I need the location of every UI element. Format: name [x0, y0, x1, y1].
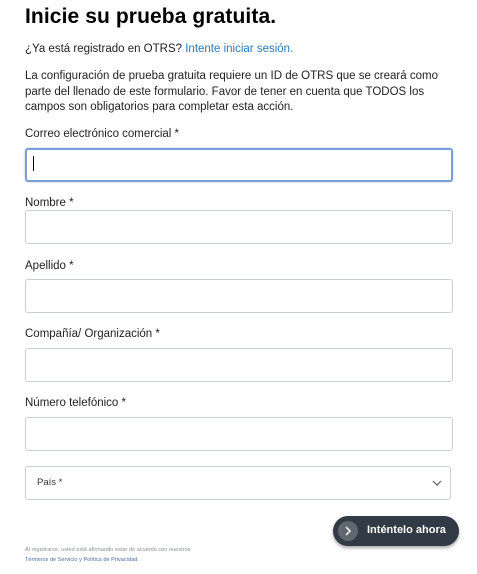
text-cursor — [33, 156, 34, 171]
first-name-field[interactable] — [25, 210, 453, 244]
last-name-label: Apellido * — [25, 260, 74, 272]
login-prompt-text: ¿Ya está registrado en OTRS? — [25, 43, 186, 55]
phone-field[interactable] — [25, 417, 453, 451]
email-field[interactable] — [25, 148, 453, 182]
chevron-down-icon — [432, 480, 442, 486]
page-title: Inicie su prueba gratuita. — [25, 5, 277, 28]
login-prompt: ¿Ya está registrado en OTRS? Intente ini… — [25, 43, 293, 55]
legal-notice: Al registrarse, usted está afirmando est… — [25, 546, 190, 565]
legal-line: Al registrarse, usted está afirmando est… — [25, 547, 191, 553]
company-label: Compañía/ Organización * — [25, 328, 160, 340]
chevron-right-icon — [345, 526, 352, 536]
terms-link[interactable]: Términos de Servicio y Política de Priva… — [25, 557, 137, 563]
terms-suffix: . — [137, 556, 139, 563]
intro-text: La configuración de prueba gratuita requ… — [25, 70, 438, 113]
login-link[interactable]: Intente iniciar sesión. — [185, 43, 293, 55]
last-name-field[interactable] — [25, 279, 453, 313]
email-label: Correo electrónico comercial * — [25, 128, 180, 140]
submit-button-label: Inténtelo ahora — [367, 524, 446, 536]
country-select[interactable]: País * — [25, 466, 451, 500]
phone-label: Número telefónico * — [25, 397, 126, 409]
submit-button[interactable]: Inténtelo ahora — [333, 516, 459, 546]
submit-icon-circle — [338, 521, 358, 541]
company-field[interactable] — [25, 348, 453, 382]
legal-terms-line: Términos de Servicio y Política de Priva… — [25, 556, 190, 566]
country-select-value: País * — [37, 477, 63, 488]
first-name-label: Nombre * — [25, 197, 74, 209]
